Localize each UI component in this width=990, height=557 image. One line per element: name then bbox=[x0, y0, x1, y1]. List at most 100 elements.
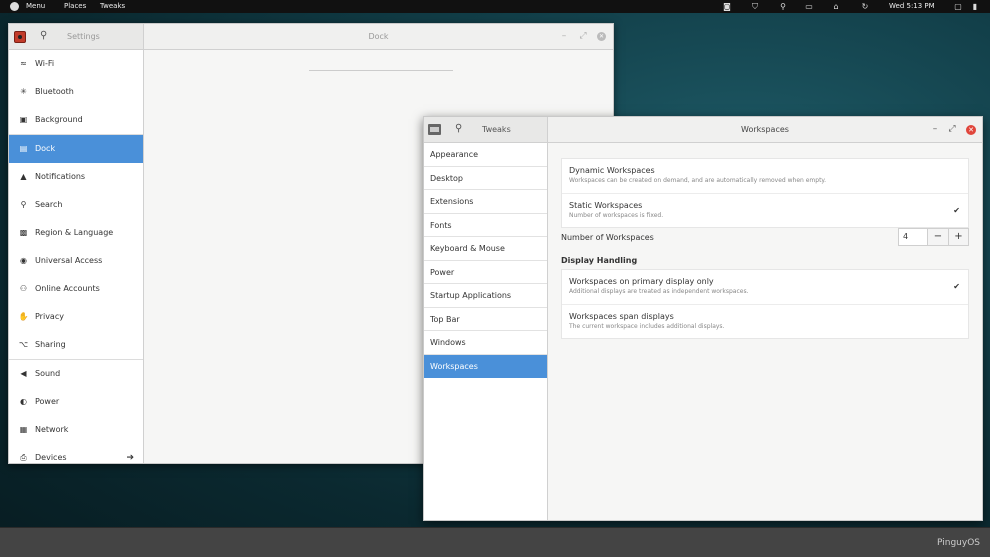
background-icon: ▣ bbox=[19, 115, 28, 124]
tweaks-item-desktop[interactable]: Desktop bbox=[424, 167, 547, 190]
network-status-icon[interactable]: ▢ bbox=[951, 0, 965, 13]
dock-content-divider bbox=[309, 70, 453, 71]
tweaks-item-startup-applications[interactable]: Startup Applications bbox=[424, 284, 547, 308]
battery-icon[interactable]: ▮ bbox=[968, 0, 982, 13]
tweaks-item-fonts[interactable]: Fonts bbox=[424, 214, 547, 237]
shield-icon[interactable]: ⛉ bbox=[748, 0, 762, 13]
online-accounts-icon: ⚇ bbox=[19, 284, 28, 293]
tweaks-item-windows[interactable]: Windows bbox=[424, 331, 547, 355]
display-icon[interactable]: ▭ bbox=[802, 0, 816, 13]
primary-display-only-desc: Additional displays are treated as indep… bbox=[569, 288, 749, 295]
sidebar-item-universal-access[interactable]: ◉ Universal Access bbox=[9, 247, 143, 275]
sidebar-item-label: Sound bbox=[35, 369, 61, 378]
increment-button[interactable]: + bbox=[948, 229, 968, 245]
static-workspaces-title: Static Workspaces bbox=[569, 201, 643, 210]
sidebar-item-notifications[interactable]: ▲ Notifications bbox=[9, 163, 143, 191]
tweaks-window: ⚲ Tweaks Workspaces – ⤢ ✕ Appearance Desk… bbox=[423, 116, 983, 521]
sidebar-item-network[interactable]: ▦ Network bbox=[9, 416, 143, 444]
sidebar-item-dock[interactable]: ▤ Dock bbox=[9, 135, 143, 163]
workspaces-count-input[interactable]: 4 bbox=[899, 229, 928, 245]
close-button[interactable]: ✕ bbox=[597, 32, 606, 41]
span-displays-option[interactable]: Workspaces span displays The current wor… bbox=[562, 304, 968, 338]
sidebar-item-label: Sharing bbox=[35, 340, 66, 349]
devices-icon: ⎙ bbox=[20, 453, 27, 462]
sidebar-item-background[interactable]: ▣ Background bbox=[9, 106, 143, 134]
sidebar-item-label: Network bbox=[35, 425, 69, 434]
primary-display-only-title: Workspaces on primary display only bbox=[569, 277, 714, 286]
tweaks-item-keyboard-mouse[interactable]: Keyboard & Mouse bbox=[424, 237, 547, 261]
sidebar-item-label: Wi-Fi bbox=[35, 59, 55, 68]
settings-panel-title: Dock bbox=[368, 32, 389, 41]
dynamic-workspaces-option[interactable]: Dynamic Workspaces Workspaces can be cre… bbox=[562, 159, 968, 193]
speaker-icon: ◀ bbox=[20, 369, 27, 378]
tweaks-item-workspaces[interactable]: Workspaces bbox=[424, 354, 547, 378]
screenshot-icon[interactable]: ◙ bbox=[720, 0, 734, 13]
primary-display-only-option[interactable]: Workspaces on primary display only Addit… bbox=[562, 270, 968, 304]
bluetooth-icon: ✳ bbox=[20, 87, 27, 96]
span-displays-desc: The current workspace includes additiona… bbox=[569, 323, 725, 330]
places-menu[interactable]: Places bbox=[64, 0, 86, 13]
span-displays-title: Workspaces span displays bbox=[569, 312, 674, 321]
sidebar-item-bluetooth[interactable]: ✳ Bluetooth bbox=[9, 78, 143, 106]
tweaks-item-extensions[interactable]: Extensions bbox=[424, 190, 547, 214]
sidebar-item-label: Devices bbox=[35, 453, 67, 462]
distro-logo-icon[interactable] bbox=[10, 2, 19, 11]
sidebar-item-privacy[interactable]: ✋ Privacy bbox=[9, 303, 143, 331]
settings-header-left: ⚲ Settings bbox=[9, 24, 144, 50]
search-icon[interactable]: ⚲ bbox=[455, 123, 462, 134]
menu-button[interactable]: Menu bbox=[26, 0, 45, 13]
dynamic-workspaces-desc: Workspaces can be created on demand, and… bbox=[569, 177, 827, 184]
usb-icon[interactable]: ⚲ bbox=[776, 0, 790, 13]
settings-header-right: Dock – ⤢ ✕ bbox=[144, 24, 613, 50]
arrow-right-icon: ➔ bbox=[126, 453, 134, 463]
accessibility-icon: ◉ bbox=[20, 256, 27, 265]
sidebar-item-devices[interactable]: ⎙ Devices ➔ bbox=[9, 444, 143, 463]
bell-icon: ▲ bbox=[20, 172, 27, 181]
sidebar-item-wi-fi[interactable]: ≈ Wi-Fi bbox=[9, 50, 143, 78]
bottom-panel: PinguyOS bbox=[0, 527, 990, 557]
static-workspaces-option[interactable]: Static Workspaces Number of workspaces i… bbox=[562, 193, 968, 227]
tweaks-item-top-bar[interactable]: Top Bar bbox=[424, 308, 547, 331]
search-icon[interactable]: ⚲ bbox=[40, 30, 47, 41]
home-icon[interactable]: ⌂ bbox=[829, 0, 843, 13]
tweaks-item-appearance[interactable]: Appearance bbox=[424, 143, 547, 167]
tweaks-sidebar: Appearance Desktop Extensions Fonts Keyboard… bbox=[424, 143, 548, 520]
minimize-button[interactable]: – bbox=[559, 31, 569, 41]
sidebar-item-power[interactable]: ◐ Power bbox=[9, 388, 143, 416]
static-workspaces-desc: Number of workspaces is fixed. bbox=[569, 212, 664, 219]
display-handling-heading: Display Handling bbox=[561, 256, 638, 265]
sidebar-item-sharing[interactable]: ⌥ Sharing bbox=[9, 331, 143, 359]
clock[interactable]: Wed 5:13 PM bbox=[889, 0, 935, 13]
number-of-workspaces-label: Number of Workspaces bbox=[561, 233, 654, 242]
sidebar-item-label: Bluetooth bbox=[35, 87, 74, 96]
sidebar-item-sound[interactable]: ◀ Sound bbox=[9, 360, 143, 388]
share-icon: ⌥ bbox=[18, 340, 29, 349]
minimize-button[interactable]: – bbox=[930, 124, 940, 134]
settings-header-title: Settings bbox=[67, 32, 100, 41]
sidebar-item-online-accounts[interactable]: ⚇ Online Accounts bbox=[9, 275, 143, 303]
sidebar-item-search[interactable]: ⚲ Search bbox=[9, 191, 143, 219]
tweaks-item-power[interactable]: Power bbox=[424, 261, 547, 284]
sidebar-item-label: Notifications bbox=[35, 172, 86, 181]
sidebar-item-label: Online Accounts bbox=[35, 284, 100, 293]
workspaces-panel: Dynamic Workspaces Workspaces can be cre… bbox=[548, 143, 982, 520]
camera-icon: ▩ bbox=[19, 228, 28, 237]
sidebar-item-region-language[interactable]: ▩ Region & Language bbox=[9, 219, 143, 247]
workspace-mode-card: Dynamic Workspaces Workspaces can be cre… bbox=[561, 158, 969, 228]
settings-sidebar: ≈ Wi-Fi ✳ Bluetooth ▣ Background ▤ Dock ▲ Notific… bbox=[9, 50, 144, 463]
sidebar-item-label: Privacy bbox=[35, 312, 64, 321]
checkmark-icon: ✔ bbox=[953, 206, 960, 215]
tweaks-app-menu[interactable]: Tweaks bbox=[100, 0, 125, 13]
close-button[interactable]: ✕ bbox=[966, 125, 976, 135]
wifi-icon: ≈ bbox=[20, 59, 27, 68]
decrement-button[interactable]: − bbox=[928, 229, 948, 245]
display-handling-card: Workspaces on primary display only Addit… bbox=[561, 269, 969, 339]
sidebar-item-label: Power bbox=[35, 397, 60, 406]
maximize-button[interactable]: ⤢ bbox=[947, 124, 957, 134]
tweaks-app-icon bbox=[428, 124, 441, 135]
brand-label: PinguyOS bbox=[937, 538, 980, 548]
sidebar-item-label: Universal Access bbox=[35, 256, 103, 265]
maximize-button[interactable]: ⤢ bbox=[578, 31, 588, 41]
network-icon: ▦ bbox=[19, 425, 28, 434]
refresh-icon[interactable]: ↻ bbox=[858, 0, 872, 13]
